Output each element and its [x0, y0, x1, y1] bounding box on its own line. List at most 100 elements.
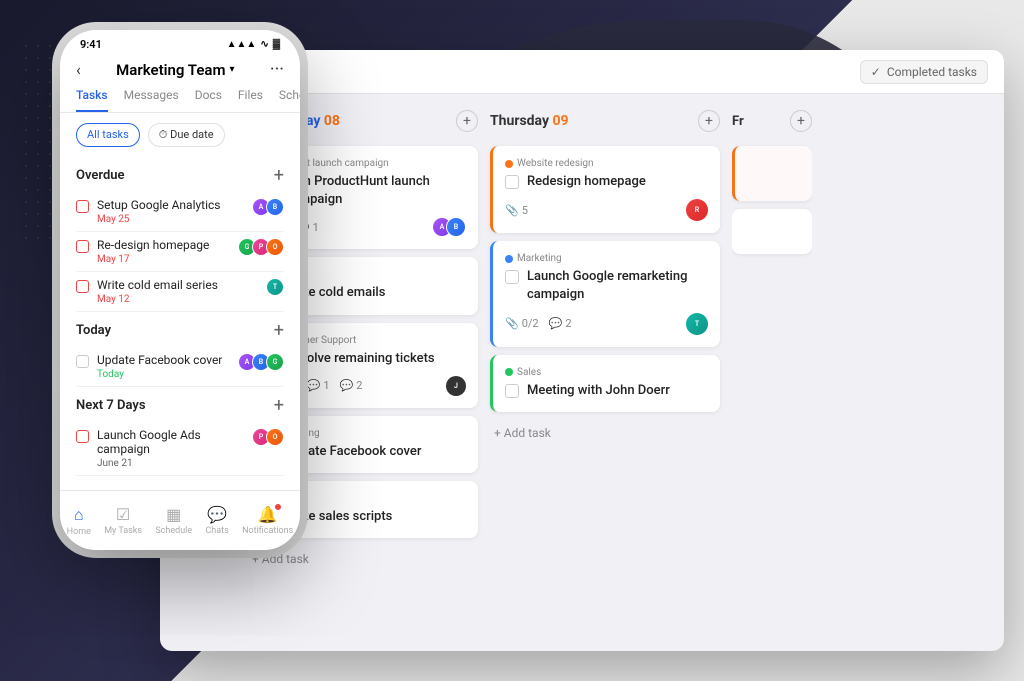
phone-statusbar: 9:41 ▲▲▲ ∿ ▓ — [60, 30, 300, 55]
tab-messages[interactable]: Messages — [124, 88, 179, 112]
nav-label: Home — [67, 527, 91, 537]
task-meta: 📎 5 R — [505, 199, 708, 221]
task-card[interactable]: Marketing Launch Google remarketing camp… — [490, 241, 720, 346]
task-title: Plan ProductHunt launch campaign — [285, 173, 466, 209]
schedule-icon: ▦ — [166, 505, 181, 524]
add-task-wed[interactable]: + Add task — [248, 546, 478, 572]
avatar-stack: T — [266, 278, 284, 296]
avatar: T — [266, 278, 284, 296]
task-checkbox[interactable] — [76, 280, 89, 293]
completed-tasks-label: Completed tasks — [887, 65, 977, 79]
section-7days-header: Next 7 Days + — [76, 395, 284, 416]
nav-chats[interactable]: 💬 Chats — [205, 505, 228, 536]
list-item[interactable]: Re-design homepage May 17 G P O — [76, 232, 284, 272]
task-name: Write cold email series — [97, 278, 258, 292]
task-name: Setup Google Analytics — [97, 198, 244, 212]
list-item[interactable]: Launch Google Ads campaign June 21 P O — [76, 422, 284, 476]
task-info: Re-design homepage May 17 — [97, 238, 230, 265]
avatar: B — [446, 217, 466, 237]
tag-dot-blue — [505, 255, 513, 263]
task-info: Update Facebook cover Today — [97, 353, 230, 380]
task-date: May 12 — [97, 294, 258, 305]
phone-header: ‹ Marketing Team ▾ ··· — [60, 55, 300, 88]
list-item[interactable]: Setup Google Analytics May 25 A B — [76, 192, 284, 232]
task-card[interactable]: Sales Meeting with John Doerr — [490, 355, 720, 412]
task-info: Setup Google Analytics May 25 — [97, 198, 244, 225]
filter-all-tasks[interactable]: All tasks — [76, 123, 140, 147]
task-date: May 17 — [97, 254, 230, 265]
list-item[interactable]: Write cold email series June 28 T — [76, 476, 284, 477]
comment-count2: 💬 2 — [340, 379, 363, 392]
chevron-down-icon: ▾ — [230, 64, 235, 75]
nav-my-tasks[interactable]: ☑ My Tasks — [104, 505, 142, 536]
list-item[interactable]: Write cold email series May 12 T — [76, 272, 284, 312]
task-title: Redesign homepage — [527, 173, 646, 191]
phone-bottom-nav: ⌂ Home ☑ My Tasks ▦ Schedule 💬 Chats 🔔 N… — [60, 490, 300, 550]
wifi-icon: ∿ — [260, 39, 268, 50]
avatar: R — [686, 199, 708, 221]
task-title: Launch Google remarketing campaign — [527, 268, 708, 304]
avatar-stack: G P O — [238, 238, 284, 256]
task-date: Today — [97, 369, 230, 380]
kanban-col-thursday: Thursday 09 + Website redesign Redesign … — [490, 106, 720, 639]
task-title: Write cold emails — [285, 284, 385, 302]
kanban-col-friday: Fr + — [732, 106, 812, 639]
check-icon: ✓ — [871, 65, 881, 79]
avatar: T — [686, 313, 708, 335]
section-add-button[interactable]: + — [274, 395, 284, 416]
col-wed-add[interactable]: + — [456, 110, 478, 132]
add-task-thu[interactable]: + Add task — [490, 420, 720, 446]
filter-due-date[interactable]: ⏱ Due date — [148, 123, 225, 147]
task-checkbox[interactable] — [76, 240, 89, 253]
tab-tasks[interactable]: Tasks — [76, 88, 108, 112]
section-add-button[interactable]: + — [274, 165, 284, 186]
tab-schedule[interactable]: Schedule — [279, 88, 300, 112]
task-checkbox[interactable] — [76, 430, 89, 443]
nav-label: Chats — [205, 526, 228, 536]
avatar-stack: A B — [252, 198, 284, 216]
task-checkbox[interactable] — [505, 175, 519, 189]
tag-label: Website redesign — [517, 158, 594, 169]
tab-docs[interactable]: Docs — [195, 88, 222, 112]
task-title: Update Facebook cover — [285, 443, 421, 461]
task-checkbox[interactable] — [505, 270, 519, 284]
col-fri-header: Fr + — [732, 106, 812, 136]
col-thu-title: Thursday 09 — [490, 113, 569, 129]
task-tag: Marketing — [505, 253, 708, 264]
col-thu-header: Thursday 09 + — [490, 106, 720, 136]
tab-files[interactable]: Files — [238, 88, 263, 112]
avatar: G — [266, 353, 284, 371]
avatar: J — [446, 376, 466, 396]
task-name: Launch Google Ads campaign — [97, 428, 244, 456]
task-checkbox[interactable] — [76, 355, 89, 368]
task-checkbox[interactable] — [505, 384, 519, 398]
chat-icon: 💬 — [207, 505, 227, 524]
list-item[interactable]: Update Facebook cover Today A B G — [76, 347, 284, 387]
task-card[interactable]: Website redesign Redesign homepage 📎 5 R — [490, 146, 720, 233]
tag-dot-orange — [505, 160, 513, 168]
avatar-stack: A B — [432, 217, 466, 237]
attachment-count: 📎 5 — [505, 204, 528, 217]
back-button[interactable]: ‹ — [76, 60, 81, 79]
more-button[interactable]: ··· — [270, 59, 284, 80]
nav-label: Notifications — [242, 526, 293, 536]
bell-icon: 🔔 — [258, 505, 278, 524]
task-name: Re-design homepage — [97, 238, 230, 252]
notification-badge — [274, 503, 282, 511]
section-add-button[interactable]: + — [274, 320, 284, 341]
nav-notifications[interactable]: 🔔 Notifications — [242, 505, 293, 536]
task-title: Meeting with John Doerr — [527, 382, 670, 400]
section-today-header: Today + — [76, 320, 284, 341]
completed-tasks-button[interactable]: ✓ Completed tasks — [860, 60, 988, 84]
col-thu-add[interactable]: + — [698, 110, 720, 132]
task-info: Launch Google Ads campaign June 21 — [97, 428, 244, 469]
home-icon: ⌂ — [74, 505, 84, 525]
task-title: Write sales scripts — [285, 508, 392, 526]
nav-home[interactable]: ⌂ Home — [67, 505, 91, 537]
task-checkbox[interactable] — [76, 200, 89, 213]
attachment-count: 📎 0/2 — [505, 317, 539, 330]
nav-schedule[interactable]: ▦ Schedule — [155, 505, 192, 536]
col-fri-add[interactable]: + — [790, 110, 812, 132]
statusbar-icons: ▲▲▲ ∿ ▓ — [227, 39, 280, 50]
task-tag: Sales — [505, 367, 708, 378]
